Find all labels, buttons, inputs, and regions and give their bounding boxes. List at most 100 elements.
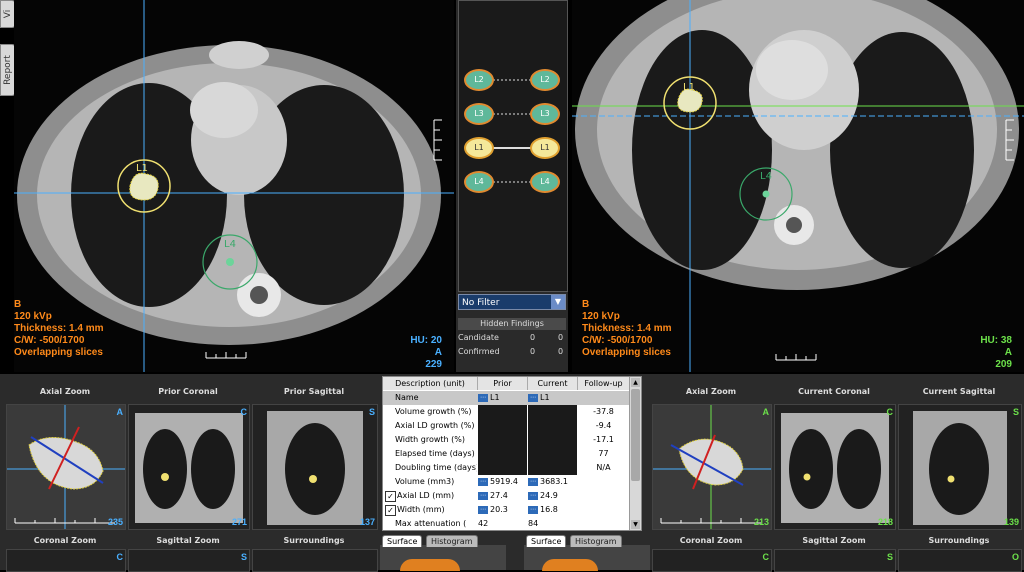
prior-surroundings-viewport[interactable]: [252, 549, 378, 572]
current-axial-viewport[interactable]: L1 L4 B 120 kVp Thickness: 1.4 mm C/W: -…: [572, 0, 1024, 372]
table-row[interactable]: Elapsed time (days) 77: [383, 447, 629, 461]
table-header: Description (unit) Prior Current Follow-…: [383, 377, 630, 391]
current-sagittal-zoom-viewport[interactable]: S: [774, 549, 896, 572]
table-row[interactable]: ✓ Width (mm) ⋯ 20.3 ⋯ 16.8: [383, 503, 629, 517]
cell-description: Max attenuation (: [395, 517, 477, 530]
cell-prior: [478, 433, 527, 447]
table-scrollbar[interactable]: ▲ ▼: [629, 377, 641, 530]
cell-description-text: Axial LD growth (%): [395, 421, 475, 430]
hidden-row-label: Candidate: [458, 333, 499, 342]
table-row[interactable]: Max attenuation ( 42 84: [383, 517, 629, 530]
scroll-down-icon[interactable]: ▼: [631, 520, 640, 529]
prior-coronal-title: Prior Coronal: [158, 387, 218, 396]
table-row[interactable]: ✓ Axial LD (mm) ⋯ 27.4 ⋯ 24.9: [383, 489, 629, 503]
edit-chip-icon[interactable]: ⋯: [528, 505, 538, 514]
prior-sagittal-zoom-title: Sagittal Zoom: [156, 536, 220, 545]
orientation-marker: C: [886, 407, 894, 417]
prior-coronal-zoom-viewport[interactable]: C: [6, 549, 126, 572]
cell-description: Axial LD growth (%): [395, 419, 477, 433]
cell-followup-text: N/A: [596, 463, 611, 472]
edit-chip-icon[interactable]: ⋯: [478, 393, 488, 402]
header-prior: Prior: [478, 377, 528, 390]
cell-prior: [478, 419, 527, 433]
hu-value: 38: [1000, 335, 1012, 346]
cell-prior-text: 42: [478, 519, 489, 528]
orientation-marker: S: [240, 552, 247, 562]
edit-chip-icon[interactable]: ⋯: [528, 393, 538, 402]
cell-current-text: 84: [528, 519, 539, 528]
hidden-row-count-a: 0: [530, 333, 536, 342]
table-row[interactable]: Width growth (%) -17.1: [383, 433, 629, 447]
current-coronal-zoom-title: Coronal Zoom: [679, 536, 743, 545]
lesion-node-prior-l4[interactable]: L4: [464, 171, 494, 193]
prior-coronal-viewport[interactable]: C 271: [128, 404, 250, 530]
slice-number: 235: [107, 517, 123, 527]
lesion-node-current-l3[interactable]: L3: [530, 103, 560, 125]
edit-chip-icon[interactable]: ⋯: [478, 491, 488, 500]
table-row[interactable]: Volume (mm3) ⋯ 5919.4 ⋯ 3683.1: [383, 475, 629, 489]
slice-number: 139: [1003, 517, 1019, 527]
overlay-window: C/W: -500/1700: [582, 335, 653, 346]
cell-description: Width growth (%): [395, 433, 477, 447]
edit-chip-icon[interactable]: ⋯: [528, 491, 538, 500]
cell-followup: [578, 489, 629, 503]
row-checkbox[interactable]: ✓: [385, 491, 396, 502]
current-sagittal-zoom-title: Sagittal Zoom: [802, 536, 866, 545]
current-surroundings-viewport[interactable]: O: [898, 549, 1022, 572]
prior-surface-render: [400, 559, 460, 571]
current-coronal-zoom-viewport[interactable]: C: [652, 549, 772, 572]
current-coronal-viewport[interactable]: C 218: [774, 404, 896, 530]
prior-tab-surface[interactable]: Surface: [382, 535, 423, 547]
edit-chip-icon[interactable]: ⋯: [478, 505, 488, 514]
current-axial-zoom-viewport[interactable]: A 213: [652, 404, 772, 530]
cell-prior: ⋯ 27.4: [478, 489, 527, 503]
current-render-area[interactable]: [524, 545, 650, 571]
scroll-thumb[interactable]: [631, 389, 640, 481]
cell-description-text: Max attenuation (: [395, 519, 467, 528]
prior-tab-histogram[interactable]: Histogram: [426, 535, 478, 547]
table-row[interactable]: Axial LD growth (%) -9.4: [383, 419, 629, 433]
edit-chip-icon[interactable]: ⋯: [528, 477, 538, 486]
table-row[interactable]: Name ⋯ L1 ⋯ L1: [383, 391, 629, 405]
cell-current: [528, 461, 577, 475]
lesion-node-prior-l2[interactable]: L2: [464, 69, 494, 91]
cell-description: Doubling time (days): [395, 461, 477, 475]
cell-followup-text: 77: [598, 449, 609, 458]
edit-chip-icon[interactable]: ⋯: [478, 477, 488, 486]
lesion-node-current-l1[interactable]: L1: [530, 137, 560, 159]
lesion-node-current-l4[interactable]: L4: [530, 171, 560, 193]
chevron-down-icon[interactable]: ▼: [551, 295, 565, 309]
overlay-kvp: 120 kVp: [582, 311, 620, 322]
measurement-table[interactable]: Description (unit) Prior Current Follow-…: [382, 376, 642, 531]
prior-render-area[interactable]: [380, 545, 506, 571]
overlay-slices: Overlapping slices: [14, 347, 103, 358]
current-tab-histogram[interactable]: Histogram: [570, 535, 622, 547]
lesion-node-prior-l1[interactable]: L1: [464, 137, 494, 159]
prior-coronal-zoom-title: Coronal Zoom: [33, 536, 97, 545]
cell-followup: -9.4: [578, 419, 629, 433]
prior-axial-viewport[interactable]: L1 L4 B 120 kVp Thickness: 1.4 mm C/W: -…: [14, 0, 454, 372]
table-row[interactable]: Doubling time (days) N/A: [383, 461, 629, 475]
cell-current-text: 24.9: [540, 491, 558, 500]
prior-sagittal-zoom-viewport[interactable]: S: [128, 549, 250, 572]
prior-axial-zoom-viewport[interactable]: A 235: [6, 404, 126, 530]
table-row[interactable]: Volume growth (%) -37.8: [383, 405, 629, 419]
orientation-label: A: [1004, 347, 1012, 358]
cell-followup: 77: [578, 447, 629, 461]
prior-surroundings-title: Surroundings: [283, 536, 345, 545]
cell-current: [528, 447, 577, 461]
filter-select[interactable]: No Filter ▼: [458, 294, 566, 310]
hidden-row-count-b: 0: [558, 333, 564, 342]
lesion-node-prior-l3[interactable]: L3: [464, 103, 494, 125]
row-checkbox[interactable]: ✓: [385, 505, 396, 516]
overlay-thickness: Thickness: 1.4 mm: [582, 323, 672, 334]
hidden-row-count-b: 0: [558, 347, 564, 356]
scroll-up-icon[interactable]: ▲: [631, 378, 640, 387]
current-surroundings-title: Surroundings: [928, 536, 990, 545]
current-tab-surface[interactable]: Surface: [526, 535, 567, 547]
prior-sagittal-viewport[interactable]: S 137: [252, 404, 378, 530]
lesion-node-current-l2[interactable]: L2: [530, 69, 560, 91]
cell-followup-text: -37.8: [593, 407, 614, 416]
cell-followup: [578, 517, 629, 530]
current-sagittal-viewport[interactable]: S 139: [898, 404, 1022, 530]
